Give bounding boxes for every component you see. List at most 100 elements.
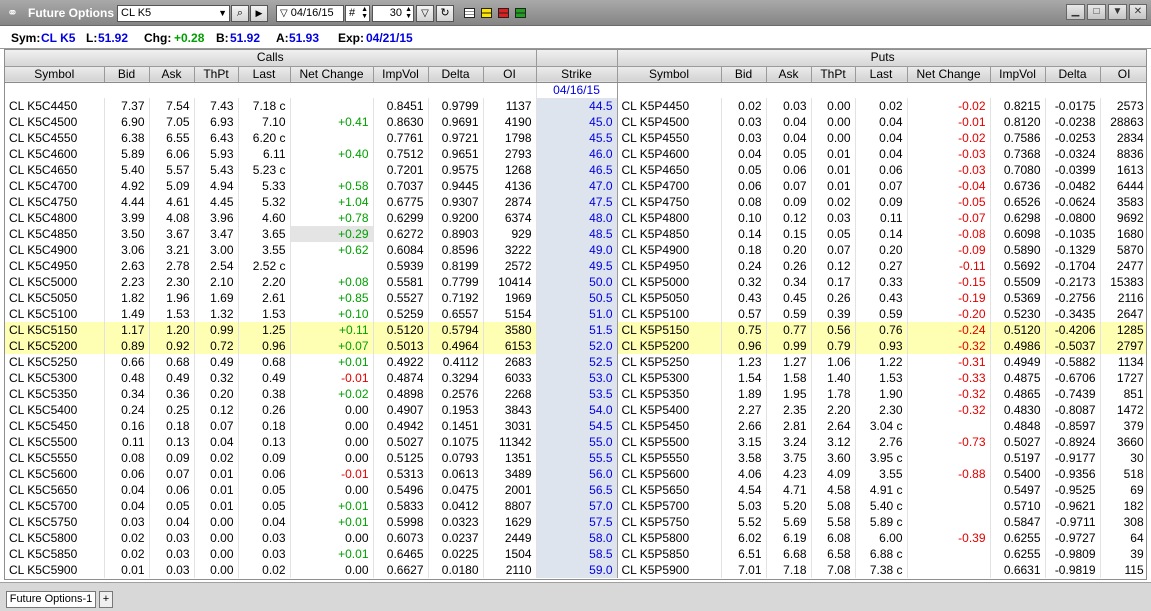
put-symbol-cell[interactable]: CL K5P5400 xyxy=(617,402,722,418)
put-last-cell[interactable]: 6.00 xyxy=(855,530,908,546)
call-last-cell[interactable]: 5.23 c xyxy=(238,162,291,178)
table-row[interactable]: CL K5C4600 5.89 6.06 5.93 6.11 +0.40 0.7512 0.9… xyxy=(5,146,1146,162)
call-delta-cell[interactable]: 0.0323 xyxy=(428,514,484,530)
call-last-cell[interactable]: 2.61 xyxy=(238,290,291,306)
put-last-cell[interactable]: 0.02 xyxy=(855,98,908,114)
call-delta-cell[interactable]: 0.4964 xyxy=(428,338,484,354)
put-bid-cell[interactable]: 0.32 xyxy=(721,274,767,290)
put-ask-cell[interactable]: 0.26 xyxy=(766,258,812,274)
put-bid-cell[interactable]: 0.57 xyxy=(721,306,767,322)
call-delta-cell[interactable]: 0.9200 xyxy=(428,210,484,226)
call-thpt-cell[interactable]: 0.12 xyxy=(194,402,239,418)
put-net-change-cell[interactable]: -0.31 xyxy=(907,354,991,370)
call-thpt-cell[interactable]: 0.07 xyxy=(194,418,239,434)
put-oi-cell[interactable]: 1680 xyxy=(1100,226,1146,242)
call-ask-cell[interactable]: 0.36 xyxy=(149,386,195,402)
call-net-change-cell[interactable] xyxy=(290,258,374,274)
table-row[interactable]: CL K5C5850 0.02 0.03 0.00 0.03 +0.01 0.6465 0.0… xyxy=(5,546,1146,562)
symbol-select[interactable]: CL K5 ▼ xyxy=(117,5,230,22)
put-thpt-cell[interactable]: 2.20 xyxy=(811,402,856,418)
put-delta-cell[interactable]: -0.6706 xyxy=(1045,370,1101,386)
call-symbol-cell[interactable]: CL K5C4600 xyxy=(5,146,105,162)
call-bid-cell[interactable]: 1.17 xyxy=(104,322,150,338)
put-oi-cell[interactable]: 3660 xyxy=(1100,434,1146,450)
call-impvol-cell[interactable]: 0.8630 xyxy=(373,114,429,130)
call-net-change-cell[interactable] xyxy=(290,130,374,146)
table-row[interactable]: CL K5C4750 4.44 4.61 4.45 5.32 +1.04 0.6775 0.9… xyxy=(5,194,1146,210)
put-bid-cell[interactable]: 0.05 xyxy=(721,162,767,178)
put-net-change-cell[interactable]: -0.32 xyxy=(907,402,991,418)
call-last-cell[interactable]: 0.03 xyxy=(238,530,291,546)
put-ask-cell[interactable]: 0.04 xyxy=(766,130,812,146)
table-row[interactable]: CL K5C4900 3.06 3.21 3.00 3.55 +0.62 0.6084 0.8… xyxy=(5,242,1146,258)
call-impvol-cell[interactable]: 0.8451 xyxy=(373,98,429,114)
put-symbol-cell[interactable]: CL K5P4750 xyxy=(617,194,722,210)
put-oi-cell[interactable]: 2477 xyxy=(1100,258,1146,274)
call-net-change-cell[interactable]: +0.08 xyxy=(290,274,374,290)
call-net-change-cell[interactable]: 0.00 xyxy=(290,418,374,434)
call-delta-cell[interactable]: 0.9799 xyxy=(428,98,484,114)
put-net-change-cell[interactable]: -0.04 xyxy=(907,178,991,194)
put-ask-cell[interactable]: 5.69 xyxy=(766,514,812,530)
put-net-change-cell[interactable] xyxy=(907,546,991,562)
call-impvol-cell[interactable]: 0.4942 xyxy=(373,418,429,434)
put-last-cell[interactable]: 0.27 xyxy=(855,258,908,274)
put-impvol-cell[interactable]: 0.4865 xyxy=(990,386,1046,402)
call-thpt-cell[interactable]: 0.49 xyxy=(194,354,239,370)
call-net-change-cell[interactable]: 0.00 xyxy=(290,450,374,466)
strike-cell[interactable]: 56.5 xyxy=(535,482,618,498)
put-last-cell[interactable]: 0.06 xyxy=(855,162,908,178)
call-ask-cell[interactable]: 5.57 xyxy=(149,162,195,178)
call-net-change-cell[interactable] xyxy=(290,162,374,178)
call-ask-cell[interactable]: 0.18 xyxy=(149,418,195,434)
call-ask-cell[interactable]: 3.21 xyxy=(149,242,195,258)
table-row[interactable]: CL K5C5350 0.34 0.36 0.20 0.38 +0.02 0.4898 0.2… xyxy=(5,386,1146,402)
call-oi-cell[interactable]: 3580 xyxy=(483,322,537,338)
call-oi-cell[interactable]: 2572 xyxy=(483,258,537,274)
puts-col-impvol[interactable]: ImpVol xyxy=(990,66,1046,83)
put-symbol-cell[interactable]: CL K5P4950 xyxy=(617,258,722,274)
put-last-cell[interactable]: 6.88 c xyxy=(855,546,908,562)
put-oi-cell[interactable]: 2834 xyxy=(1100,130,1146,146)
put-net-change-cell[interactable]: -0.32 xyxy=(907,338,991,354)
call-oi-cell[interactable]: 6374 xyxy=(483,210,537,226)
call-impvol-cell[interactable]: 0.6084 xyxy=(373,242,429,258)
refresh-button[interactable]: ↻ xyxy=(436,5,454,22)
call-delta-cell[interactable]: 0.4112 xyxy=(428,354,484,370)
put-delta-cell[interactable]: -0.0175 xyxy=(1045,98,1101,114)
put-impvol-cell[interactable]: 0.5847 xyxy=(990,514,1046,530)
call-ask-cell[interactable]: 0.07 xyxy=(149,466,195,482)
call-bid-cell[interactable]: 3.06 xyxy=(104,242,150,258)
call-last-cell[interactable]: 0.26 xyxy=(238,402,291,418)
call-thpt-cell[interactable]: 5.93 xyxy=(194,146,239,162)
put-impvol-cell[interactable]: 0.6526 xyxy=(990,194,1046,210)
call-last-cell[interactable]: 3.65 xyxy=(238,226,291,242)
calls-col-thpt[interactable]: ThPt xyxy=(194,66,239,83)
put-ask-cell[interactable]: 0.45 xyxy=(766,290,812,306)
call-oi-cell[interactable]: 2110 xyxy=(483,562,537,578)
call-bid-cell[interactable]: 3.50 xyxy=(104,226,150,242)
put-last-cell[interactable]: 0.04 xyxy=(855,130,908,146)
table-row[interactable]: CL K5C5000 2.23 2.30 2.10 2.20 +0.08 0.5581 0.7… xyxy=(5,274,1146,290)
put-last-cell[interactable]: 0.04 xyxy=(855,114,908,130)
strike-cell[interactable]: 49.5 xyxy=(535,258,618,274)
call-oi-cell[interactable]: 5154 xyxy=(483,306,537,322)
strike-cell[interactable]: 47.5 xyxy=(535,194,618,210)
date-field[interactable]: ▽ 04/16/15 xyxy=(276,5,344,22)
put-symbol-cell[interactable]: CL K5P5050 xyxy=(617,290,722,306)
put-symbol-cell[interactable]: CL K5P4550 xyxy=(617,130,722,146)
call-symbol-cell[interactable]: CL K5C5250 xyxy=(5,354,105,370)
put-symbol-cell[interactable]: CL K5P4800 xyxy=(617,210,722,226)
call-bid-cell[interactable]: 2.23 xyxy=(104,274,150,290)
call-impvol-cell[interactable]: 0.5527 xyxy=(373,290,429,306)
put-impvol-cell[interactable]: 0.4875 xyxy=(990,370,1046,386)
call-last-cell[interactable]: 1.25 xyxy=(238,322,291,338)
put-ask-cell[interactable]: 3.75 xyxy=(766,450,812,466)
put-ask-cell[interactable]: 0.12 xyxy=(766,210,812,226)
call-delta-cell[interactable]: 0.7799 xyxy=(428,274,484,290)
call-impvol-cell[interactable]: 0.6272 xyxy=(373,226,429,242)
puts-col-thpt[interactable]: ThPt xyxy=(811,66,856,83)
call-symbol-cell[interactable]: CL K5C5550 xyxy=(5,450,105,466)
strike-cell[interactable]: 53.5 xyxy=(535,386,618,402)
search-button[interactable]: ⌕ xyxy=(231,5,249,22)
